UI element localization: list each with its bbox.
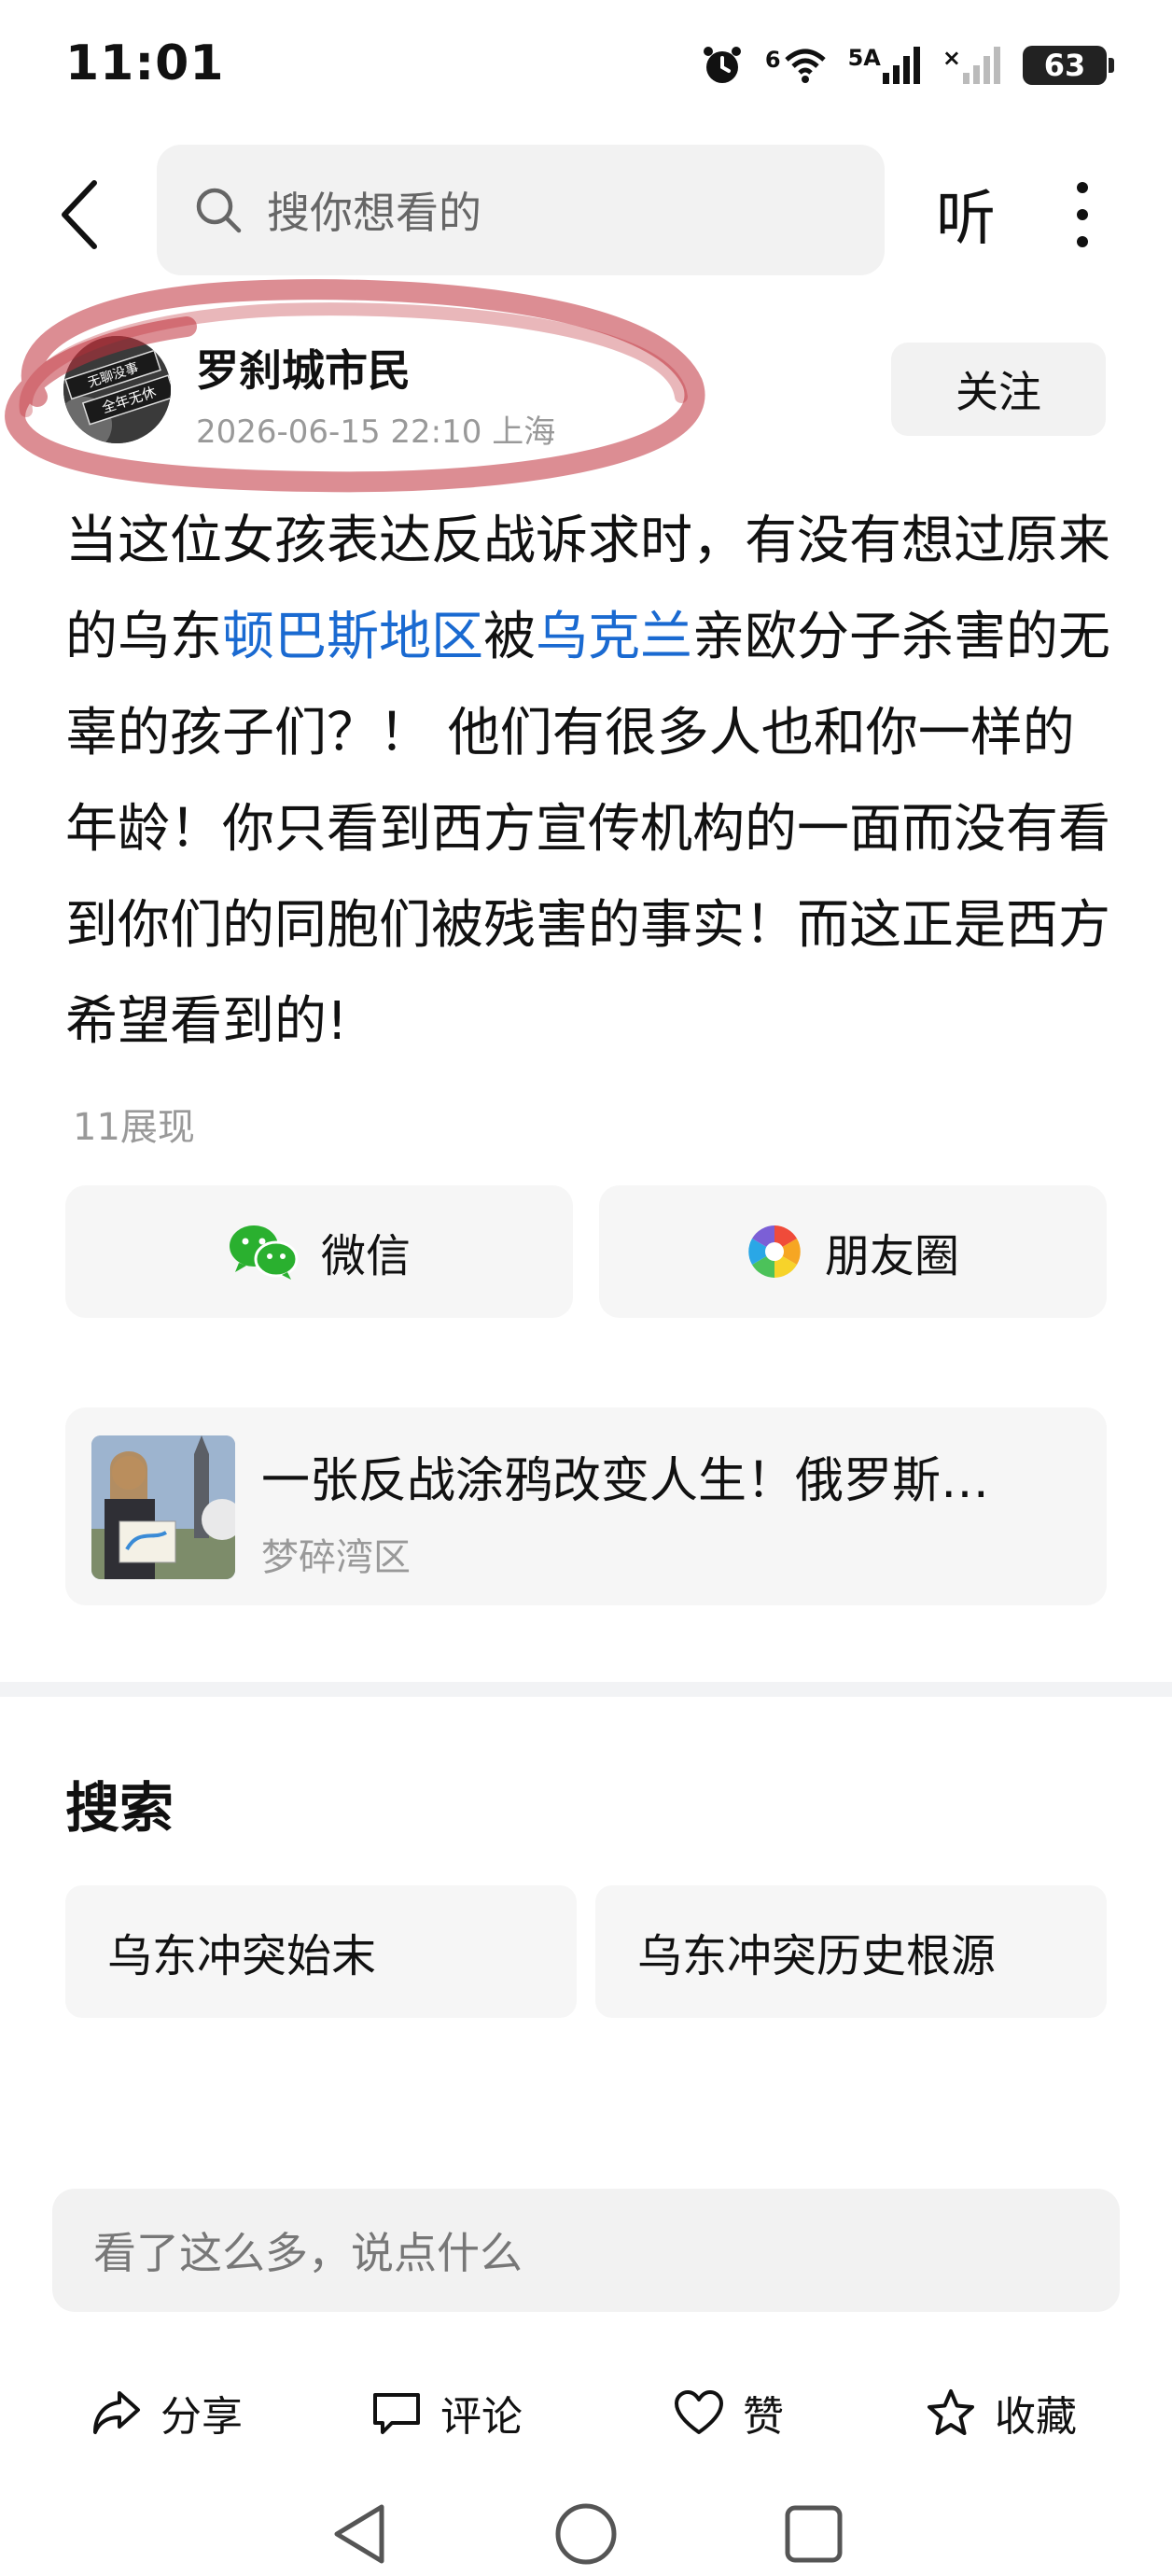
triangle-back-icon [334,2504,384,2564]
comment-icon [373,2393,420,2434]
follow-button[interactable]: 关注 [891,343,1106,436]
wechat-icon [229,1225,299,1280]
share-wechat-button[interactable]: 微信 [65,1185,573,1318]
top-bar: 搜你想看的 听 [0,145,1172,275]
entity-link-ukraine[interactable]: 乌克兰 [536,607,692,667]
related-article-thumbnail [91,1435,235,1579]
share-moments-label: 朋友圈 [824,1230,959,1282]
search-section-title: 搜索 [65,1776,174,1840]
like-label: 赞 [743,2393,784,2441]
chevron-left-icon [62,180,97,249]
battery-icon: 63 [1023,46,1114,85]
signal2-label: × [942,45,961,71]
comment-input[interactable]: 看了这么多，说点什么 [52,2189,1120,2312]
share-moments-button[interactable]: 朋友圈 [599,1185,1107,1318]
system-nav-bar [0,2478,1172,2571]
status-bar: 11:01 6 5A × 63 [0,0,1172,131]
status-time: 11:01 [65,35,225,91]
cell-signal-2-icon: × [942,45,1002,86]
share-button[interactable]: 分享 [91,2366,243,2459]
entity-link-donbas[interactable]: 顿巴斯地区 [222,607,483,667]
listen-button[interactable]: 听 [928,171,1003,257]
nav-home-button[interactable] [549,2497,623,2571]
post-text-segment: 亲欧分子杀害的无辜的孩子们？！ 他们有很多人也和你一样的年龄！你只看到西方宣传机… [65,607,1110,1052]
network-label: 6 [764,47,781,73]
comment-button[interactable]: 评论 [371,2366,523,2459]
post-body: 当这位女孩表达反战诉求时，有没有想过原来的乌东顿巴斯地区被乌克兰亲欧分子杀害的无… [65,493,1110,1070]
avatar[interactable]: 无聊没事 全年无休 [63,336,171,443]
author-row: 无聊没事 全年无休 罗刹城市民 2026-06-15 22:10 上海 关注 [0,322,1172,462]
author-name[interactable]: 罗刹城市民 [196,337,411,399]
search-input[interactable]: 搜你想看的 [157,145,885,275]
moments-icon [748,1225,801,1278]
share-label: 分享 [160,2393,243,2441]
status-icons: 6 5A × 63 [700,37,1114,93]
related-article-title: 一张反战涂鸦改变人生！俄罗斯… [261,1453,990,1509]
nav-back-button[interactable] [322,2497,397,2571]
search-placeholder: 搜你想看的 [267,188,481,238]
share-wechat-label: 微信 [320,1230,411,1282]
post-timestamp-location: 2026-06-15 22:10 上海 [196,413,556,451]
favorite-label: 收藏 [995,2393,1077,2441]
post-text-segment: 被 [483,607,536,667]
like-button[interactable]: 赞 [674,2366,784,2459]
wifi-icon: 6 [765,47,828,84]
star-icon [928,2389,974,2435]
signal1-label: 5A [847,45,881,71]
section-divider [0,1682,1172,1697]
comment-label: 评论 [440,2393,523,2441]
nav-recents-button[interactable] [776,2497,851,2571]
cell-signal-icon: 5A [848,45,922,86]
alarm-icon [700,43,745,88]
related-article-source: 梦碎湾区 [261,1536,411,1579]
search-suggestion-chip[interactable]: 乌东冲突历史根源 [595,1885,1107,2018]
favorite-button[interactable]: 收藏 [926,2366,1077,2459]
related-article-card[interactable]: 一张反战涂鸦改变人生！俄罗斯… 梦碎湾区 [65,1407,1107,1605]
view-count: 11展现 [73,1106,195,1149]
share-icon [93,2391,140,2434]
share-row: 微信 朋友圈 [65,1185,1107,1318]
search-icon [196,188,242,233]
square-recents-icon [785,2505,843,2563]
more-menu-icon[interactable] [1054,173,1110,257]
circle-home-icon [555,2503,617,2565]
action-bar: 分享 评论 赞 收藏 [0,2366,1172,2459]
search-suggestions: 乌东冲突始末 乌东冲突历史根源 [65,1885,1107,2018]
search-suggestion-chip[interactable]: 乌东冲突始末 [65,1885,577,2018]
heart-icon [675,2390,723,2434]
back-button[interactable] [47,177,112,252]
